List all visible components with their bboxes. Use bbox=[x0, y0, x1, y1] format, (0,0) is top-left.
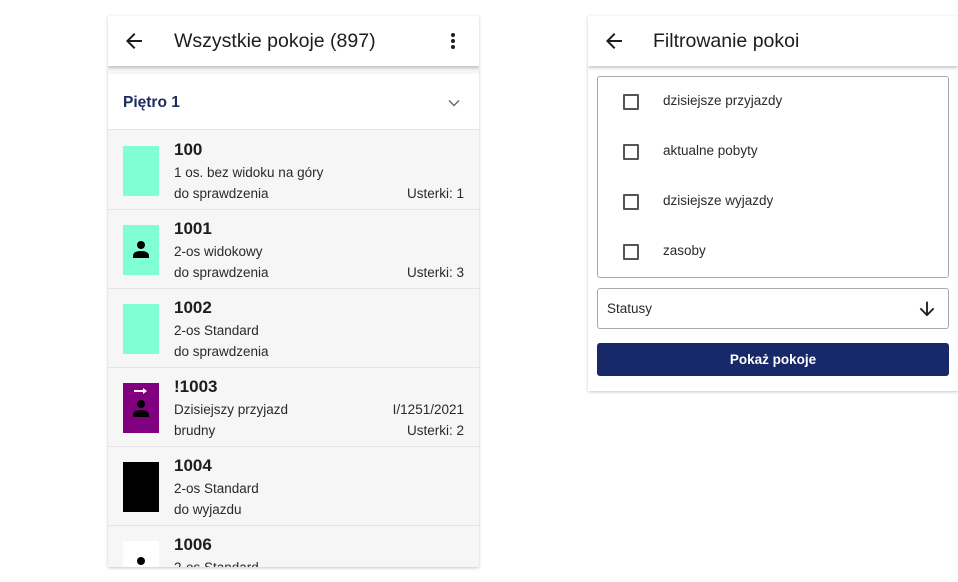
room-row[interactable]: !1003 Dzisiejszy przyjazd brudny I/1251/202… bbox=[108, 368, 479, 447]
filter-option-label: aktualne pobyty bbox=[663, 143, 758, 158]
room-status-tile bbox=[123, 383, 159, 433]
rooms-app-bar: Wszystkie pokoje (897) bbox=[108, 16, 479, 66]
room-status: do sprawdzenia bbox=[174, 344, 269, 359]
checkbox[interactable] bbox=[623, 244, 639, 260]
reservation-number: I/1251/2021 bbox=[392, 402, 464, 417]
arrival-person-icon bbox=[133, 388, 149, 417]
filter-options-box: dzisiejsze przyjazdy aktualne pobyty dzi… bbox=[597, 76, 949, 278]
room-status-tile bbox=[123, 304, 159, 354]
floor-section-header[interactable]: Piętro 1 bbox=[108, 74, 479, 130]
room-row[interactable]: 1006 2-os Standard bbox=[108, 526, 479, 567]
room-type: 2-os Standard bbox=[174, 560, 259, 567]
room-status-tile bbox=[123, 541, 159, 567]
room-type: 2-os widokowy bbox=[174, 244, 263, 259]
room-status: do sprawdzenia bbox=[174, 265, 269, 280]
room-status: do sprawdzenia bbox=[174, 186, 269, 201]
room-status-tile bbox=[123, 146, 159, 196]
room-number: 100 bbox=[174, 140, 203, 159]
filter-option-current-stays[interactable]: aktualne pobyty bbox=[598, 127, 948, 177]
room-status-tile bbox=[123, 225, 159, 275]
room-type: 2-os Standard bbox=[174, 481, 259, 496]
status-select-value: Statusy bbox=[607, 301, 653, 316]
room-number: 1006 bbox=[174, 535, 212, 554]
filter-option-departures[interactable]: dzisiejsze wyjazdy bbox=[598, 177, 948, 227]
defects-count: Usterki: 2 bbox=[406, 423, 464, 438]
filter-option-label: zasoby bbox=[663, 243, 706, 258]
checkbox[interactable] bbox=[623, 194, 639, 210]
room-number: 1004 bbox=[174, 456, 212, 475]
room-row[interactable]: 100 1 os. bez widoku na góry do sprawdzeni… bbox=[108, 131, 479, 210]
person-icon bbox=[137, 557, 145, 565]
checkbox[interactable] bbox=[623, 94, 639, 110]
back-arrow-icon[interactable] bbox=[602, 29, 626, 53]
page-title: Wszystkie pokoje (897) bbox=[174, 30, 376, 52]
filter-app-bar: Filtrowanie pokoi bbox=[588, 16, 958, 66]
page-title: Filtrowanie pokoi bbox=[653, 30, 800, 52]
show-rooms-button[interactable]: Pokaż pokoje bbox=[597, 343, 949, 376]
room-number: !1003 bbox=[174, 377, 218, 396]
back-arrow-icon[interactable] bbox=[122, 29, 146, 53]
room-type: 1 os. bez widoku na góry bbox=[174, 165, 324, 180]
room-type: Dzisiejszy przyjazd bbox=[174, 402, 289, 417]
defects-count: Usterki: 1 bbox=[406, 186, 464, 201]
room-row[interactable]: 1002 2-os Standard do sprawdzenia bbox=[108, 289, 479, 368]
rooms-screen: Wszystkie pokoje (897) Piętro 1 100 1 os.… bbox=[108, 16, 479, 567]
defects-count: Usterki: 3 bbox=[406, 265, 464, 280]
room-status: brudny bbox=[174, 423, 216, 438]
arrow-down-icon bbox=[916, 298, 938, 320]
room-row[interactable]: 1001 2-os widokowy do sprawdzenia Usterki: … bbox=[108, 210, 479, 289]
chevron-down-icon bbox=[447, 96, 461, 110]
status-select[interactable]: Statusy bbox=[597, 288, 949, 329]
person-icon bbox=[133, 241, 149, 258]
more-options-icon[interactable] bbox=[441, 29, 465, 53]
room-status: do wyjazdu bbox=[174, 502, 242, 517]
filter-screen: Filtrowanie pokoi dzisiejsze przyjazdy a… bbox=[588, 16, 958, 391]
room-row[interactable]: 1004 2-os Standard do wyjazdu bbox=[108, 447, 479, 526]
room-number: 1002 bbox=[174, 298, 212, 317]
filter-option-resources[interactable]: zasoby bbox=[598, 227, 948, 277]
room-number: 1001 bbox=[174, 219, 212, 238]
filter-option-label: dzisiejsze wyjazdy bbox=[663, 193, 774, 208]
filter-option-arrivals[interactable]: dzisiejsze przyjazdy bbox=[598, 77, 948, 127]
checkbox[interactable] bbox=[623, 144, 639, 160]
room-type: 2-os Standard bbox=[174, 323, 259, 338]
room-status-tile bbox=[123, 462, 159, 512]
filter-option-label: dzisiejsze przyjazdy bbox=[663, 93, 783, 108]
floor-title: Piętro 1 bbox=[123, 94, 180, 111]
